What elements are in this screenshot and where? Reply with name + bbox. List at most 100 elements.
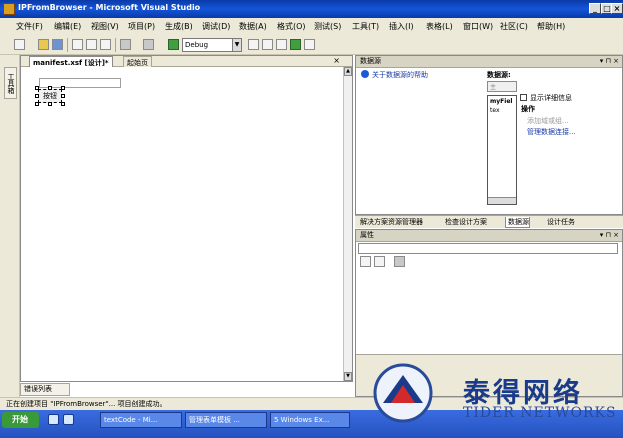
solution-config-value: Debug [185, 41, 209, 49]
menu-insert[interactable]: 插入(I) [389, 21, 414, 32]
new-project-icon[interactable] [14, 39, 25, 50]
alphabetical-icon[interactable] [374, 256, 385, 267]
watermark-en: TIDER NETWORKS [463, 405, 617, 421]
toolbox-icon[interactable] [290, 39, 301, 50]
watermark: 泰得网络 TIDER NETWORKS [365, 357, 623, 437]
show-details-checkbox[interactable]: 显示详细信息 [520, 93, 572, 103]
tab-solution-explorer[interactable]: 解决方案资源管理器 [358, 217, 423, 228]
menu-window[interactable]: 窗口(W) [463, 21, 493, 32]
resize-handle[interactable] [35, 94, 39, 98]
categorized-icon[interactable] [360, 256, 371, 267]
close-button[interactable]: × [611, 3, 623, 14]
tab-manifest-design[interactable]: manifest.xsf [设计]* [29, 56, 113, 67]
redo-icon[interactable] [143, 39, 154, 50]
quicklaunch-icon[interactable] [63, 414, 74, 425]
menu-format[interactable]: 格式(O) [277, 21, 306, 32]
resize-handle[interactable] [61, 86, 65, 90]
scroll-up-icon[interactable]: ▲ [344, 67, 352, 76]
app-icon [3, 3, 15, 15]
resize-handle[interactable] [48, 102, 52, 106]
properties-icon[interactable] [276, 39, 287, 50]
actions-title: 操作 [521, 105, 535, 113]
toolbox-tab[interactable]: 工具箱 [4, 67, 17, 99]
solution-config-select[interactable]: Debug ▼ [182, 38, 242, 52]
tool-window-tabs: 解决方案资源管理器 检查设计方案 数据源 设计任务 [355, 215, 623, 228]
document-tabs: manifest.xsf [设计]* 起始页 × [21, 56, 352, 67]
toolbar-separator [115, 38, 116, 52]
datasource-label: 数据源: [487, 71, 511, 79]
tree-child[interactable]: tex [490, 107, 500, 114]
task-textcode[interactable]: textCode - Mi... [100, 412, 182, 428]
menu-help[interactable]: 帮助(H) [537, 21, 565, 32]
start-button[interactable]: 开始 [2, 412, 39, 428]
properties-header: 属性 ▾ ⊓ × [356, 230, 622, 242]
datasource-title: 数据源 [360, 57, 381, 65]
save-icon[interactable] [52, 39, 63, 50]
datasource-help-text: 关于数据源的帮助 [372, 71, 428, 79]
datasource-tree[interactable]: myFiel tex [487, 95, 517, 205]
error-list-tab[interactable]: 错误列表 [20, 383, 70, 396]
panel-controls-icon[interactable]: ▾ ⊓ × [600, 56, 619, 67]
menu-data[interactable]: 数据(A) [239, 21, 267, 32]
manage-connections-link[interactable]: 管理数据连接... [527, 127, 576, 137]
tider-logo-icon [373, 363, 433, 423]
menu-test[interactable]: 测试(S) [314, 21, 341, 32]
form-button[interactable]: 按钮 [38, 89, 62, 103]
scroll-down-icon[interactable]: ▼ [344, 372, 352, 381]
find-icon[interactable] [248, 39, 259, 50]
task-windows-explorer[interactable]: 5 Windows Ex... [270, 412, 350, 428]
quicklaunch-icon[interactable] [48, 414, 59, 425]
menu-table[interactable]: 表格(L) [426, 21, 453, 32]
designer-window: manifest.xsf [设计]* 起始页 × 按钮 ▲ ▼ [20, 55, 353, 382]
minimize-button[interactable]: _ [589, 3, 601, 14]
toolbox-strip: 工具箱 [0, 55, 20, 397]
paste-icon[interactable] [100, 39, 111, 50]
checkbox-icon[interactable] [520, 94, 527, 101]
cut-icon[interactable] [72, 39, 83, 50]
window-title: IPFromBrowser - Microsoft Visual Studio [18, 3, 201, 12]
tree-hscroll[interactable] [488, 197, 516, 204]
menu-project[interactable]: 项目(P) [128, 21, 155, 32]
property-pages-icon[interactable] [394, 256, 405, 267]
menu-build[interactable]: 生成(B) [165, 21, 193, 32]
panel-controls-icon[interactable]: ▾ ⊓ × [600, 230, 619, 241]
start-debug-icon[interactable] [168, 39, 179, 50]
menu-community[interactable]: 社区(C) [500, 21, 528, 32]
datasource-header: 数据源 ▾ ⊓ × [356, 56, 622, 68]
open-file-icon[interactable] [38, 39, 49, 50]
title-bar: IPFromBrowser - Microsoft Visual Studio … [0, 0, 623, 18]
tree-root[interactable]: myFiel [490, 98, 512, 105]
resize-handle[interactable] [35, 86, 39, 90]
menu-view[interactable]: 视图(V) [91, 21, 119, 32]
tab-datasource[interactable]: 数据源 [505, 217, 530, 228]
close-document-icon[interactable]: × [333, 56, 340, 66]
toolbar-separator [67, 38, 68, 52]
menu-debug[interactable]: 调试(D) [202, 21, 230, 32]
chevron-down-icon: ▼ [232, 39, 241, 51]
add-field-link[interactable]: 添加域或组... [527, 116, 569, 126]
datasource-combo-value: 主 [490, 84, 497, 91]
task-manage-forms[interactable]: 管理表单模板 ... [185, 412, 267, 428]
tab-design-checker[interactable]: 检查设计方案 [443, 217, 487, 228]
menu-tools[interactable]: 工具(T) [352, 21, 379, 32]
menu-file[interactable]: 文件(F) [16, 21, 43, 32]
properties-title: 属性 [360, 231, 374, 239]
resize-handle[interactable] [35, 102, 39, 106]
designer-scrollbar[interactable]: ▲ ▼ [343, 67, 352, 381]
solution-explorer-icon[interactable] [262, 39, 273, 50]
datasource-combo[interactable]: 主 [487, 81, 517, 92]
resize-handle[interactable] [61, 94, 65, 98]
tab-start-page[interactable]: 起始页 [123, 56, 152, 67]
undo-icon[interactable] [120, 39, 131, 50]
tab-design-tasks[interactable]: 设计任务 [545, 217, 575, 228]
more-windows-icon[interactable] [304, 39, 315, 50]
standard-toolbar: Debug ▼ [0, 35, 623, 55]
datasource-help-link[interactable]: 关于数据源的帮助 [361, 70, 428, 80]
resize-handle[interactable] [61, 102, 65, 106]
resize-handle[interactable] [48, 86, 52, 90]
copy-icon[interactable] [86, 39, 97, 50]
menu-bar: 文件(F) 编辑(E) 视图(V) 项目(P) 生成(B) 调试(D) 数据(A… [0, 18, 623, 35]
menu-edit[interactable]: 编辑(E) [54, 21, 81, 32]
show-details-label: 显示详细信息 [530, 94, 572, 102]
properties-object-select[interactable] [358, 243, 618, 254]
